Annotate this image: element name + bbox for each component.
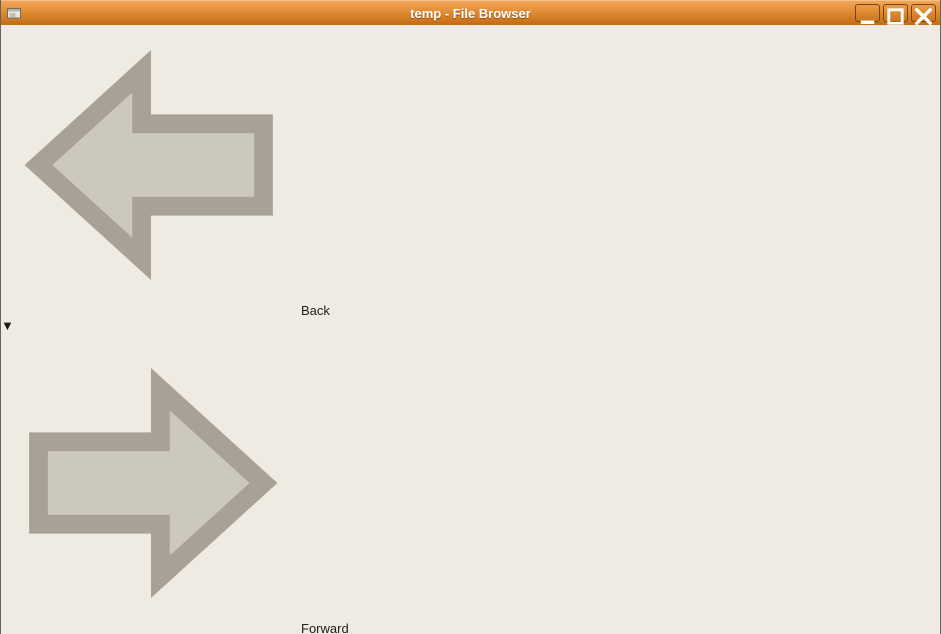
back-history-dropdown[interactable]: ▼ xyxy=(1,318,14,333)
minimize-button[interactable] xyxy=(855,4,880,22)
minimize-icon xyxy=(856,5,879,28)
toolbar: Back▼Forward▼UpStopReloadHomeComputerSea… xyxy=(1,15,940,634)
forward-icon xyxy=(1,333,301,633)
window-title: temp - File Browser xyxy=(1,6,940,21)
forward-button: Forward xyxy=(1,333,940,634)
maximize-button[interactable] xyxy=(883,4,908,22)
close-icon xyxy=(912,5,935,28)
back-icon xyxy=(1,15,301,315)
back-button: Back xyxy=(1,15,940,318)
file-browser-window: temp - File Browser FileEditViewGoBookma… xyxy=(0,0,941,634)
close-button[interactable] xyxy=(911,4,936,22)
maximize-icon xyxy=(884,5,907,28)
titlebar[interactable]: temp - File Browser xyxy=(1,0,940,25)
